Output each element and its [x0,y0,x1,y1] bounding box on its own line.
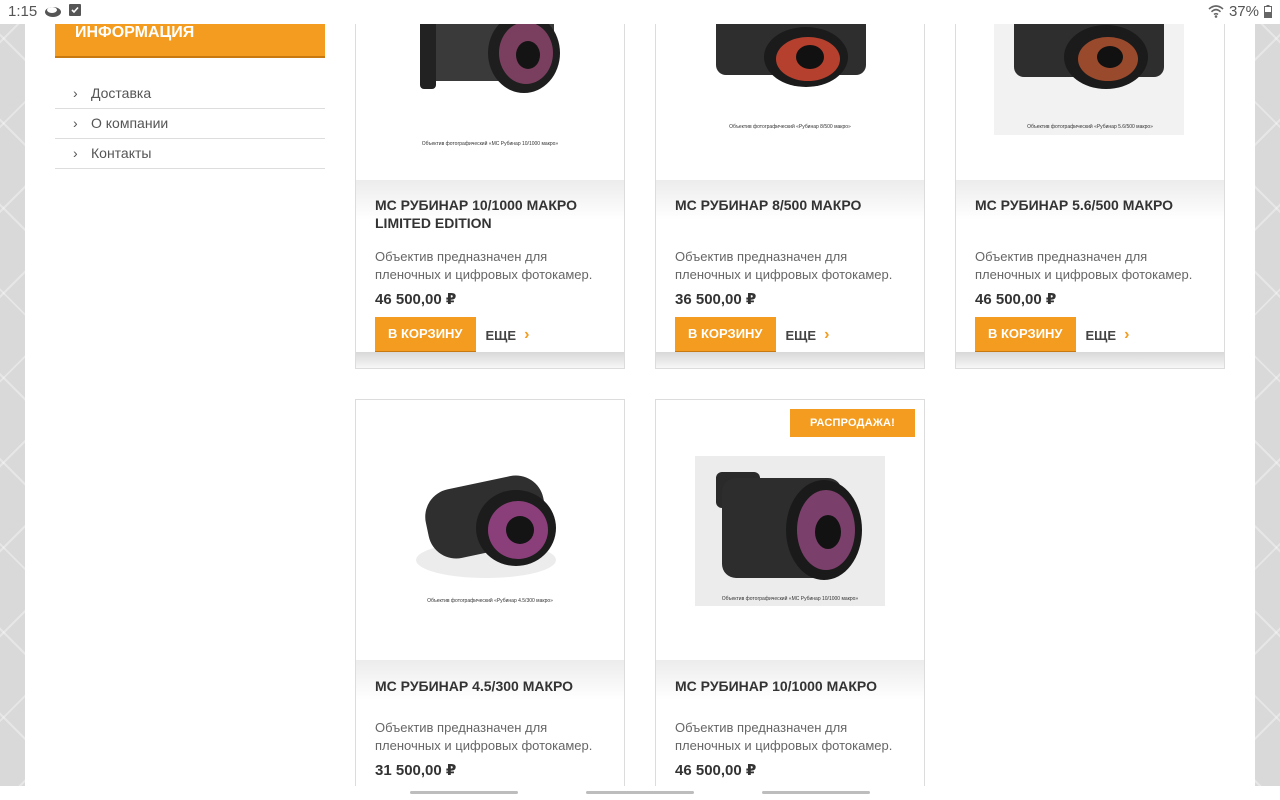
product-price: 31 500,00 ₽ [375,762,457,779]
sale-badge: РАСПРОДАЖА! [789,409,915,437]
sidebar-item-label: Контакты [91,145,152,161]
chevron-right-icon: › [1124,326,1130,343]
product-image[interactable]: Объектив фотографический «Рубинар 4.5/30… [356,400,624,660]
status-time: 1:15 [8,3,38,20]
product-title[interactable]: МС РУБИНАР 8/500 МАКРО [675,196,905,214]
nav-pill[interactable] [762,791,870,794]
add-to-cart-button[interactable]: В КОРЗИНУ [975,317,1076,353]
sidebar-item-about[interactable]: › О компании [55,109,325,139]
image-caption: Объектив фотографический «Рубинар 8/500 … [729,123,851,130]
product-price: 46 500,00 ₽ [675,762,757,779]
product-info: МС РУБИНАР 10/1000 МАКРО Объектив предна… [656,660,924,786]
battery-percent: 37% [1228,3,1259,20]
add-to-cart-button[interactable]: В КОРЗИНУ [375,317,476,353]
sidebar-info-header: ИНФОРМАЦИЯ [55,24,325,58]
product-description: Объектив предназначен для пленочных и ци… [675,249,893,282]
checkbox-notification-icon [69,4,81,16]
more-label: ЕЩЕ [785,327,817,343]
product-actions: В КОРЗИНУ ЕЩЕ › [975,317,1205,353]
product-card: Объектив фотографический «МС Рубинар 10/… [355,24,625,369]
product-image[interactable]: Объектив фотографический «МС Рубинар 10/… [356,24,624,165]
chevron-right-icon: › [73,145,78,161]
product-image[interactable]: Объектив фотографический «Рубинар 8/500 … [656,24,924,165]
product-title[interactable]: МС РУБИНАР 10/1000 МАКРО [675,677,905,695]
sidebar-item-label: О компании [91,115,169,131]
status-right: 37% [1208,3,1272,20]
product-card: Объектив фотографический «Рубинар 4.5/30… [355,399,625,786]
product-card: Объектив фотографический «Рубинар 8/500 … [655,24,925,369]
product-price: 46 500,00 ₽ [975,291,1057,308]
product-title[interactable]: МС РУБИНАР 4.5/300 МАКРО [375,677,605,695]
sidebar-item-label: Доставка [91,85,152,101]
product-price: 36 500,00 ₽ [675,291,757,308]
image-caption: Объектив фотографический «Рубинар 5.6/50… [1027,123,1153,130]
image-caption: Объектив фотографический «МС Рубинар 10/… [722,595,859,602]
image-caption: Объектив фотографический «Рубинар 4.5/30… [427,597,553,604]
sidebar-item-delivery[interactable]: › Доставка [55,79,325,109]
product-info: МС РУБИНАР 5.6/500 МАКРО Объектив предна… [956,180,1224,365]
status-bar: 1:15 37% [0,0,1280,24]
add-to-cart-button[interactable]: В КОРЗИНУ [675,317,776,353]
cloud-icon [45,7,61,17]
more-label: ЕЩЕ [1085,327,1117,343]
battery-icon [1264,5,1272,18]
image-caption: Объектив фотографический «МС Рубинар 10/… [422,140,559,147]
product-actions: В КОРЗИНУ ЕЩЕ › [375,317,605,353]
card-shadow [956,352,1224,368]
nav-pill[interactable] [586,791,694,794]
product-description: Объектив предназначен для пленочных и ци… [675,720,893,753]
product-description: Объектив предназначен для пленочных и ци… [375,249,593,282]
chevron-right-icon: › [73,85,78,101]
product-title[interactable]: МС РУБИНАР 10/1000 МАКРО LIMITED EDITION [375,196,605,232]
product-price: 46 500,00 ₽ [375,291,457,308]
product-info: МС РУБИНАР 4.5/300 МАКРО Объектив предна… [356,660,624,786]
card-shadow [356,352,624,368]
product-info: МС РУБИНАР 10/1000 МАКРО LIMITED EDITION… [356,180,624,365]
product-card: Объектив фотографический «Рубинар 5.6/50… [955,24,1225,369]
wifi-icon [1208,5,1224,18]
product-description: Объектив предназначен для пленочных и ци… [975,249,1193,282]
more-label: ЕЩЕ [485,327,517,343]
sidebar-menu: › Доставка › О компании › Контакты [55,79,325,169]
product-info: МС РУБИНАР 8/500 МАКРО Объектив предназн… [656,180,924,365]
product-card: Объектив фотографический «МС Рубинар 10/… [655,399,925,786]
product-actions: В КОРЗИНУ ЕЩЕ › [675,317,905,353]
more-link[interactable]: ЕЩЕ › [1086,326,1130,344]
product-description: Объектив предназначен для пленочных и ци… [375,720,593,753]
chevron-right-icon: › [824,326,830,343]
more-link[interactable]: ЕЩЕ › [486,326,530,344]
nav-pill[interactable] [410,791,518,794]
product-title[interactable]: МС РУБИНАР 5.6/500 МАКРО [975,196,1205,214]
sidebar-item-contacts[interactable]: › Контакты [55,139,325,169]
card-shadow [656,352,924,368]
chevron-right-icon: › [524,326,530,343]
navigation-bar [0,786,1280,800]
product-image[interactable]: Объектив фотографический «Рубинар 5.6/50… [956,24,1224,165]
more-link[interactable]: ЕЩЕ › [786,326,830,344]
chevron-right-icon: › [73,115,78,131]
product-image[interactable]: Объектив фотографический «МС Рубинар 10/… [656,400,924,660]
web-page: ИНФОРМАЦИЯ › Доставка › О компании › Кон… [25,24,1255,786]
